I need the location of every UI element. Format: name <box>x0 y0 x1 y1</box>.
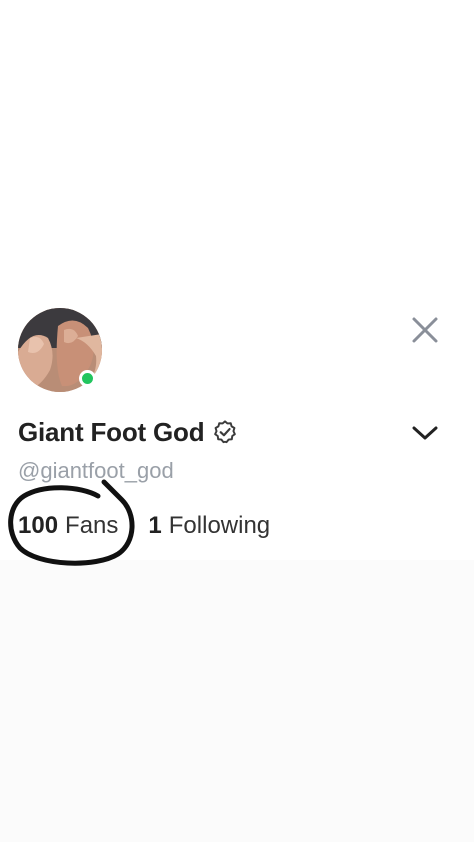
profile-name-row: Giant Foot God <box>18 414 238 450</box>
chevron-down-icon <box>412 426 438 440</box>
online-status-dot <box>79 370 96 387</box>
profile-display-name: Giant Foot God <box>18 416 205 447</box>
fans-count: 100 <box>18 512 59 539</box>
expand-profile-button[interactable] <box>405 415 445 451</box>
close-button[interactable] <box>407 312 443 348</box>
fans-label: Fans <box>65 512 119 539</box>
verified-badge-icon <box>214 420 237 444</box>
profile-stats-row: 100 Fans 1 Following <box>18 512 270 540</box>
following-stat[interactable]: 1 Following <box>148 512 270 540</box>
fans-stat[interactable]: 100 Fans <box>18 512 118 540</box>
profile-handle: @giantfoot_god <box>18 458 174 483</box>
profile-sheet-background <box>0 560 474 842</box>
following-label: Following <box>168 512 271 539</box>
close-icon <box>412 317 438 343</box>
following-count: 1 <box>148 512 162 539</box>
